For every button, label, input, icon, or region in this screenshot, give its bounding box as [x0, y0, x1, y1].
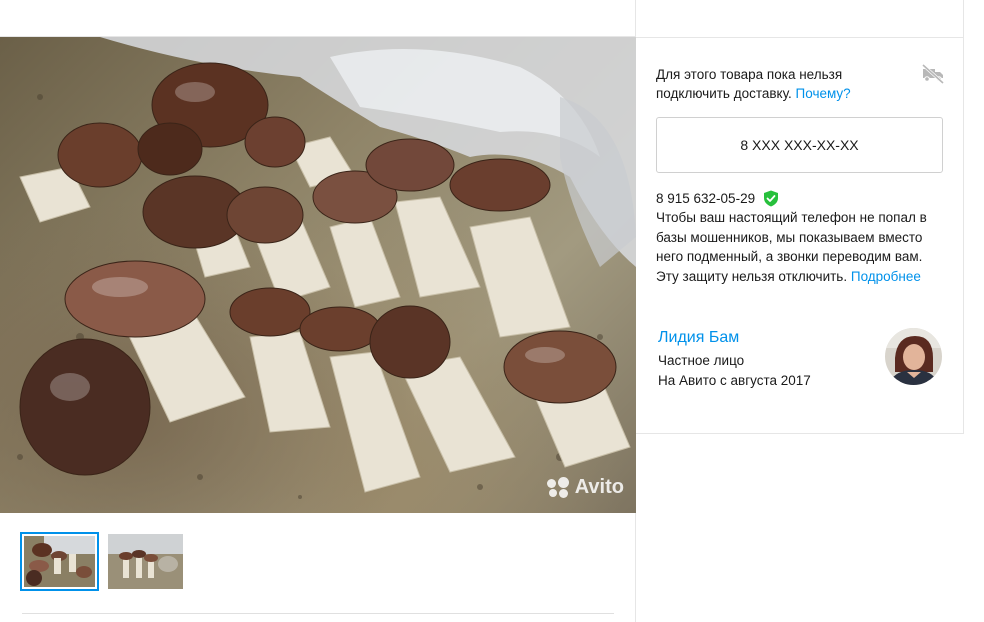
delivery-notice: Для этого товара пока нельзя подключить …	[656, 65, 886, 103]
show-phone-button[interactable]: 8 XXX XXX-XX-XX	[656, 117, 943, 173]
phone-number: 8 915 632-05-29	[656, 191, 756, 206]
thumbnail-1[interactable]	[20, 532, 99, 591]
gallery-column: Avito	[0, 0, 636, 622]
mushrooms-photo-illustration	[17, 37, 636, 499]
protection-notice: Чтобы ваш настоящий телефон не попал в б…	[656, 208, 946, 286]
shield-check-icon	[764, 190, 779, 207]
thumbnail-image	[108, 534, 183, 589]
avatar[interactable]	[885, 328, 942, 385]
seller-type: Частное лицо	[658, 353, 745, 368]
no-delivery-icon	[921, 64, 945, 84]
contact-card: Для этого товара пока нельзя подключить …	[636, 37, 964, 434]
section-divider	[22, 613, 614, 614]
real-phone: 8 915 632-05-29	[656, 190, 779, 207]
thumbnail-2[interactable]	[108, 534, 183, 589]
seller-photo	[885, 328, 942, 385]
top-right-strip	[636, 0, 964, 37]
avito-logo-icon	[546, 476, 569, 499]
top-strip	[0, 0, 636, 37]
thumbnail-strip	[20, 532, 183, 591]
main-photo[interactable]: Avito	[0, 37, 636, 513]
seller-name-link[interactable]: Лидия Бам	[658, 328, 811, 348]
thumbnail-image	[24, 536, 95, 587]
seller-since: На Авито с августа 2017	[658, 373, 811, 388]
more-link[interactable]: Подробнее	[851, 269, 921, 284]
avito-watermark: Avito	[546, 476, 624, 499]
why-link[interactable]: Почему?	[796, 86, 851, 101]
listing-page: Avito Для этого товара пока нельзя подкл…	[0, 0, 984, 622]
watermark-text: Avito	[574, 476, 624, 498]
seller-info: Лидия Бам Частное лицо На Авито с август…	[658, 328, 811, 390]
